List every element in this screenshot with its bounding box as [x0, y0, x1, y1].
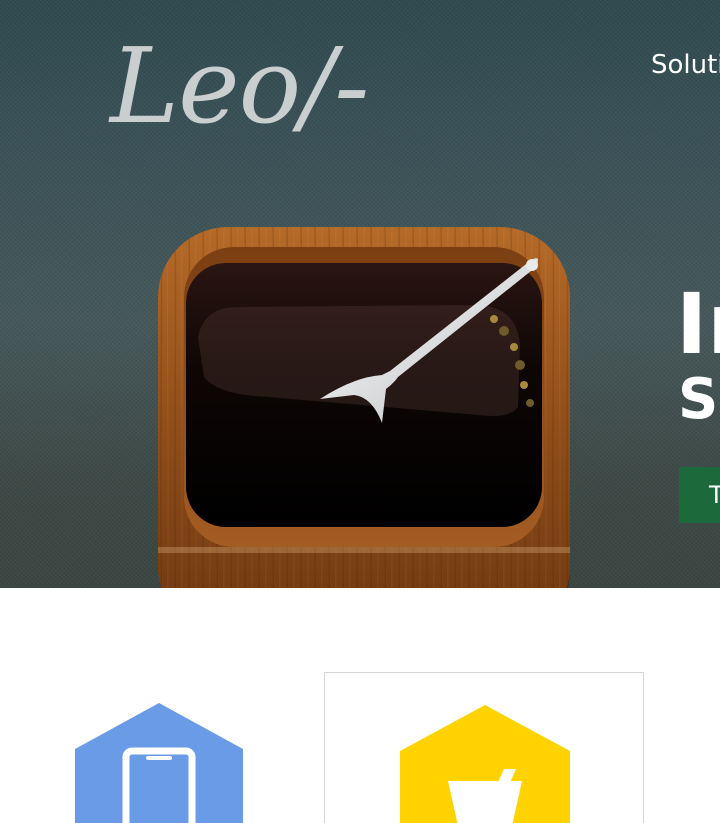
cta-button[interactable]: Tr: [679, 467, 720, 523]
app-icon: [158, 227, 570, 588]
brand-logo[interactable]: Leo/-: [110, 34, 369, 138]
phone-icon: [75, 703, 243, 823]
hero-headline: In: [676, 275, 720, 373]
nav-item-solutions[interactable]: Solutio: [651, 50, 720, 80]
cup-icon: [400, 705, 570, 823]
hero-banner: Leo/- Solutio: [0, 0, 720, 588]
hero-subheadline: So: [678, 367, 720, 432]
